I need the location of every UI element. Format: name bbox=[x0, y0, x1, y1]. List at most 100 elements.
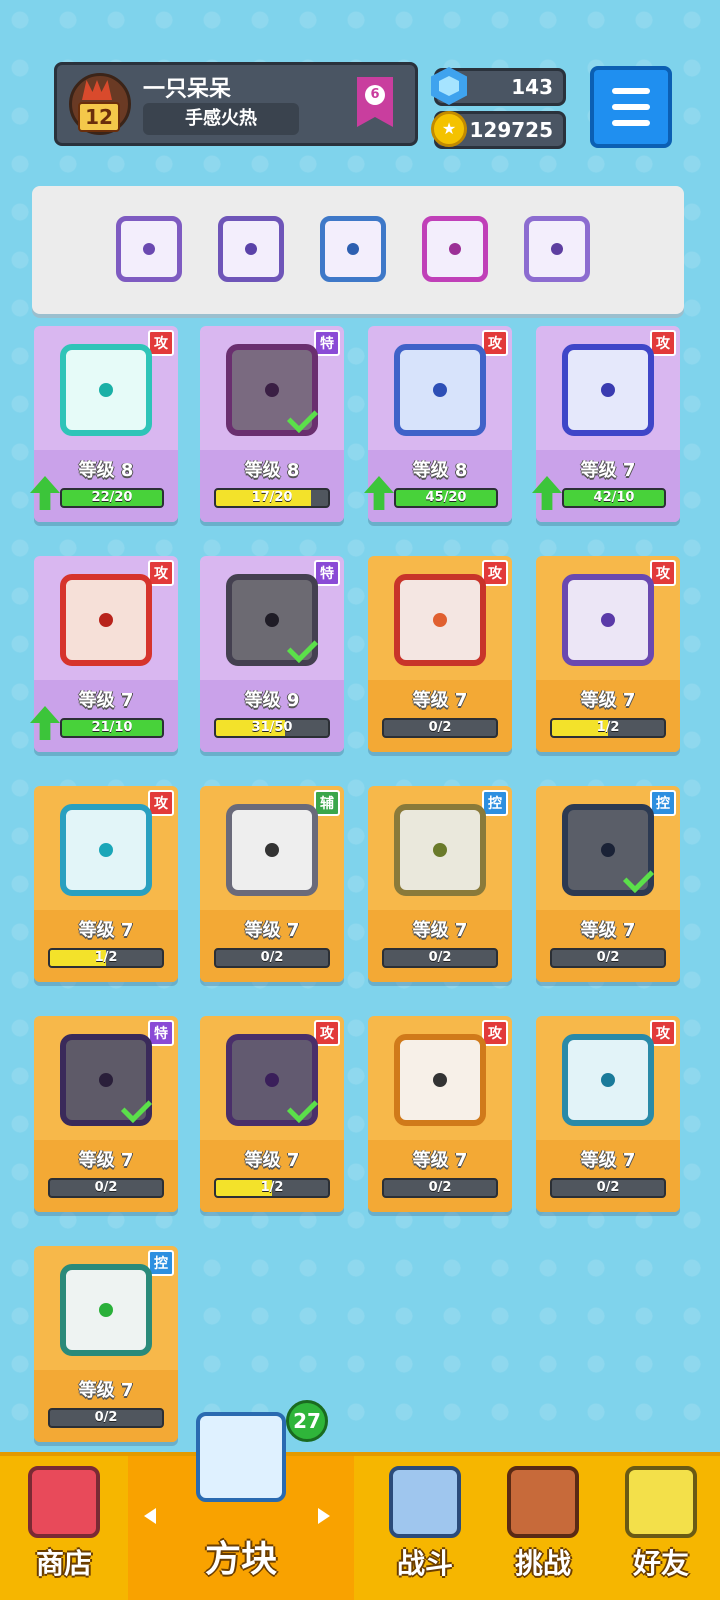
dice-level: 等级 8 bbox=[412, 460, 468, 481]
deck-slot-cracked-die-icon[interactable] bbox=[524, 216, 590, 282]
progress-text: 45/20 bbox=[425, 490, 467, 505]
player-title: 手感火热 bbox=[143, 103, 299, 135]
die-pip bbox=[143, 243, 155, 255]
die-pip bbox=[265, 1073, 279, 1087]
dice-type-tag: 攻 bbox=[482, 560, 508, 586]
deck-slot-purple-dragon-die-icon[interactable] bbox=[218, 216, 284, 282]
dice-count-badge: 27 bbox=[286, 1400, 328, 1442]
dice-type-tag: 攻 bbox=[148, 330, 174, 356]
nav-shop[interactable]: 商店 bbox=[0, 1456, 128, 1600]
die-pip bbox=[265, 613, 279, 627]
die-pip bbox=[551, 243, 563, 255]
dice-type-tag: 特 bbox=[148, 1020, 174, 1046]
dice-type-tag: 特 bbox=[314, 330, 340, 356]
purple-dragon-die-icon bbox=[562, 574, 654, 666]
die-pip bbox=[99, 383, 113, 397]
nav-dice[interactable]: 方块 bbox=[128, 1412, 354, 1600]
rank-ribbon-icon: 6 bbox=[357, 77, 393, 127]
progress-text: 0/2 bbox=[428, 950, 452, 965]
die-pip bbox=[245, 243, 257, 255]
gem-counter[interactable]: 143 bbox=[431, 67, 566, 106]
die-pip bbox=[265, 383, 279, 397]
prev-arrow-icon[interactable] bbox=[144, 1508, 156, 1524]
dice-card[interactable]: 攻等级 7 1/2 bbox=[34, 786, 178, 982]
deck-slot-snowflake-die-icon[interactable] bbox=[320, 216, 386, 282]
dice-card[interactable]: 攻等级 7 1/2 bbox=[200, 1016, 344, 1212]
die-pip bbox=[99, 1073, 113, 1087]
deck-slot-compass-die-icon[interactable] bbox=[422, 216, 488, 282]
nav-battle[interactable]: 战斗 bbox=[366, 1456, 484, 1600]
equipped-check-icon bbox=[286, 401, 319, 434]
gear-die-icon bbox=[394, 344, 486, 436]
equipped-check-icon bbox=[622, 861, 655, 894]
dice-card[interactable]: 攻等级 8 45/20 bbox=[364, 326, 512, 522]
die-pip bbox=[433, 843, 447, 857]
dice-card[interactable]: 攻等级 7 0/2 bbox=[368, 556, 512, 752]
upgrade-progress-bar: 0/2 bbox=[382, 1178, 498, 1198]
menu-button[interactable] bbox=[590, 66, 672, 148]
bubble-die-icon bbox=[562, 344, 654, 436]
progress-text: 21/10 bbox=[91, 720, 133, 735]
dice-card[interactable]: 特等级 7 0/2 bbox=[34, 1016, 178, 1212]
battle-icon bbox=[389, 1466, 461, 1538]
next-arrow-icon[interactable] bbox=[318, 1508, 330, 1524]
dice-level: 等级 7 bbox=[412, 1150, 468, 1171]
progress-text: 0/2 bbox=[428, 1180, 452, 1195]
dice-card[interactable]: 攻等级 7 21/10 bbox=[30, 556, 178, 752]
arrow-die-icon bbox=[226, 344, 319, 436]
dice-card[interactable]: 攻等级 7 1/2 bbox=[536, 556, 680, 752]
progress-text: 1/2 bbox=[596, 720, 620, 735]
dice-level: 等级 7 bbox=[412, 920, 468, 941]
equipped-deck bbox=[32, 186, 684, 314]
equipped-check-icon bbox=[286, 631, 319, 664]
dice-card[interactable]: 控等级 7 0/2 bbox=[368, 786, 512, 982]
dice-level: 等级 7 bbox=[244, 1150, 300, 1171]
dice-type-tag: 攻 bbox=[650, 560, 676, 586]
progress-text: 0/2 bbox=[260, 950, 284, 965]
dice-card[interactable]: 攻等级 7 0/2 bbox=[536, 1016, 680, 1212]
dark-atom-die-icon bbox=[226, 1034, 319, 1126]
dice-type-tag: 攻 bbox=[650, 330, 676, 356]
dice-level: 等级 7 bbox=[78, 1150, 134, 1171]
dice-card[interactable]: 特等级 9 31/50 bbox=[200, 556, 344, 752]
dice-card[interactable]: 攻等级 8 22/20 bbox=[30, 326, 178, 522]
dice-type-tag: 控 bbox=[650, 790, 676, 816]
crest-icon bbox=[82, 80, 112, 100]
dice-card[interactable]: 攻等级 7 0/2 bbox=[368, 1016, 512, 1212]
dice-type-tag: 控 bbox=[148, 1250, 174, 1276]
bottom-nav: 商店 方块 战斗 挑战 好友 bbox=[0, 1412, 720, 1600]
progress-text: 0/2 bbox=[596, 1180, 620, 1195]
nav-challenge-label: 挑战 bbox=[514, 1547, 571, 1580]
dice-card[interactable]: 控等级 7 0/2 bbox=[536, 786, 680, 982]
dice-card[interactable]: 攻等级 7 42/10 bbox=[532, 326, 680, 522]
dice-type-tag: 控 bbox=[482, 790, 508, 816]
dice-level: 等级 7 bbox=[580, 690, 636, 711]
progress-text: 0/2 bbox=[428, 720, 452, 735]
progress-text: 1/2 bbox=[260, 1180, 284, 1195]
dice-type-tag: 攻 bbox=[148, 790, 174, 816]
upgrade-progress-bar: 0/2 bbox=[48, 1408, 164, 1428]
player-profile-panel[interactable]: 12 一只呆呆 手感火热 6 bbox=[54, 62, 418, 146]
deck-slot-purple-dragon-die-icon[interactable] bbox=[116, 216, 182, 282]
dice-card[interactable]: 特等级 8 17/20 bbox=[200, 326, 344, 522]
challenge-icon bbox=[507, 1466, 579, 1538]
gold-dragon-die-icon bbox=[394, 804, 486, 896]
dice-level: 等级 8 bbox=[244, 460, 300, 481]
shop-icon bbox=[28, 1466, 100, 1538]
coin-count: 129725 bbox=[469, 118, 554, 142]
dice-card[interactable]: 控等级 7 0/2 bbox=[34, 1246, 178, 1442]
dice-level: 等级 7 bbox=[580, 920, 636, 941]
die-pip bbox=[347, 243, 359, 255]
player-avatar[interactable]: 12 bbox=[69, 73, 131, 135]
nav-friends[interactable]: 好友 bbox=[602, 1456, 720, 1600]
progress-text: 17/20 bbox=[251, 490, 293, 505]
upgrade-progress-bar: 21/10 bbox=[60, 718, 164, 738]
dice-card[interactable]: 辅等级 7 0/2 bbox=[200, 786, 344, 982]
coin-icon: ★ bbox=[431, 111, 467, 147]
dice-type-tag: 特 bbox=[314, 560, 340, 586]
coin-counter[interactable]: ★ 129725 bbox=[431, 111, 566, 149]
nav-challenge[interactable]: 挑战 bbox=[484, 1456, 602, 1600]
progress-text: 1/2 bbox=[94, 950, 118, 965]
dice-level: 等级 7 bbox=[580, 1150, 636, 1171]
dice-level: 等级 7 bbox=[78, 920, 134, 941]
